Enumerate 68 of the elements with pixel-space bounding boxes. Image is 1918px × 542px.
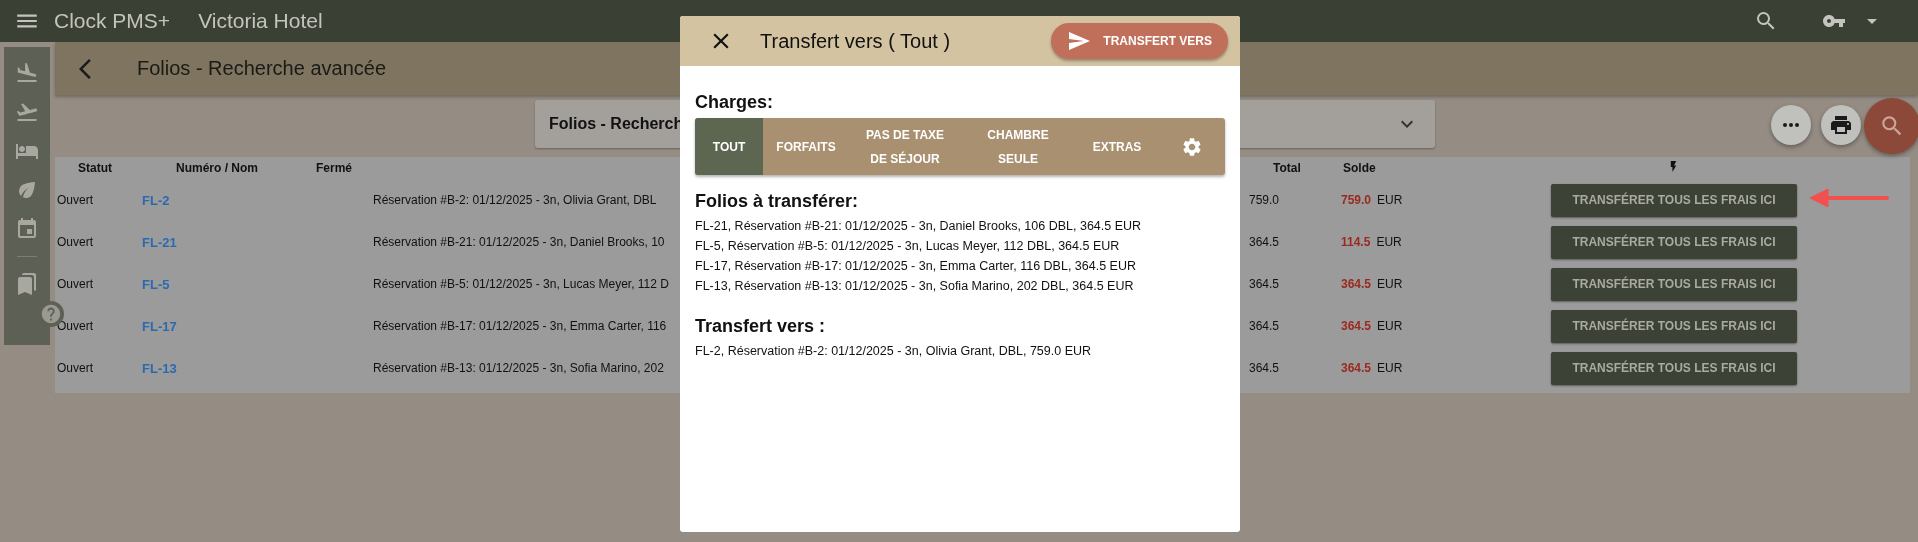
transfer-all-button[interactable]: TRANSFÉRER TOUS LES FRAIS ICI	[1551, 183, 1797, 217]
folio-line: FL-5, Réservation #B-5: 01/12/2025 - 3n, Lucas Meyer, 112 DBL, 364.5 EUR	[695, 238, 1121, 255]
folio-line: FL-13, Réservation #B-13: 01/12/2025 - 3n, Sofia Marino, 202 DBL, 364.5 EUR	[695, 278, 1135, 295]
folio-link[interactable]: FL-17	[142, 318, 177, 334]
arrow-icon	[1810, 189, 1890, 207]
charge-tab[interactable]: FORFAITS	[763, 118, 849, 175]
transfer-all-button[interactable]: TRANSFÉRER TOUS LES FRAIS ICI	[1551, 309, 1797, 343]
column-header: Numéro / Nom	[176, 161, 258, 175]
balance-cell: 364.5	[1341, 277, 1372, 291]
folio-line: FL-21, Réservation #B-21: 01/12/2025 - 3n, Daniel Brooks, 106 DBL, 364.5 EUR	[695, 218, 1143, 235]
section-title: Charges:	[695, 92, 775, 113]
description-cell: Réservation #B-17: 01/12/2025 - 3n, Emma Carter, 116	[373, 319, 667, 333]
send-icon	[1067, 29, 1092, 53]
description-cell: Réservation #B-21: 01/12/2025 - 3n, Daniel Brooks, 10	[373, 235, 665, 249]
column-header: Statut	[78, 161, 112, 175]
section-title: Folios à transférer:	[695, 191, 860, 212]
balance-cell: 364.5	[1341, 319, 1372, 333]
panel-title: Folios - Recherch	[549, 115, 684, 133]
currency-cell: EUR	[1377, 193, 1403, 207]
status-cell: Ouvert	[57, 319, 93, 333]
total-cell: 364.5	[1249, 361, 1280, 375]
folio-link[interactable]: FL-13	[142, 360, 177, 376]
description-cell: Réservation #B-5: 01/12/2025 - 3n, Lucas Meyer, 112 D	[373, 277, 669, 291]
transfer-button[interactable]: TRANSFERT VERS	[1051, 23, 1228, 59]
section-title: Transfert vers :	[695, 316, 827, 337]
status-cell: Ouvert	[57, 193, 93, 207]
status-cell: Ouvert	[57, 235, 93, 249]
charge-tab[interactable]: TOUT	[695, 118, 763, 175]
printer-icon	[1829, 113, 1853, 137]
status-cell: Ouvert	[57, 361, 93, 375]
currency-cell: EUR	[1377, 277, 1403, 291]
currency-cell: EUR	[1377, 361, 1403, 375]
status-cell: Ouvert	[57, 277, 93, 291]
ellipsis-icon	[1783, 123, 1799, 127]
total-cell: 364.5	[1249, 319, 1280, 333]
balance-cell: 114.5	[1341, 235, 1371, 249]
transfer-all-button[interactable]: TRANSFÉRER TOUS LES FRAIS ICI	[1551, 351, 1797, 385]
transfer-all-button[interactable]: TRANSFÉRER TOUS LES FRAIS ICI	[1551, 225, 1797, 259]
description-cell: Réservation #B-13: 01/12/2025 - 3n, Sofia Marino, 202	[373, 361, 664, 375]
charge-tab[interactable]: CHAMBRE SEULE	[961, 118, 1075, 175]
app-title: Clock PMS+	[54, 9, 171, 33]
column-header: Total	[1273, 161, 1301, 175]
column-header: Fermé	[316, 161, 353, 175]
total-cell: 759.0	[1249, 193, 1280, 207]
folio-link[interactable]: FL-21	[142, 234, 177, 250]
charge-tab[interactable]: PAS DE TAXE DE SÉJOUR	[849, 118, 961, 175]
bookmarks-icon	[15, 272, 39, 296]
currency-cell: EUR	[1376, 235, 1402, 249]
total-cell: 364.5	[1249, 277, 1280, 291]
more-button[interactable]	[1771, 105, 1811, 145]
column-header: Solde	[1343, 161, 1376, 175]
dialog-title: Transfert vers ( Tout )	[760, 29, 952, 53]
folio-link[interactable]: FL-2	[142, 192, 170, 208]
total-cell: 364.5	[1249, 235, 1280, 249]
hotel-name: Victoria Hotel	[198, 9, 323, 33]
balance-cell: 759.0	[1341, 193, 1372, 207]
charge-tab[interactable]: EXTRAS	[1075, 118, 1159, 175]
page-title: Folios - Recherche avancée	[137, 57, 386, 80]
target-folio-line: FL-2, Réservation #B-2: 01/12/2025 - 3n, Olivia Grant, DBL, 759.0 EUR	[695, 343, 1093, 360]
currency-cell: EUR	[1377, 319, 1403, 333]
folio-line: FL-17, Réservation #B-17: 01/12/2025 - 3n, Emma Carter, 116 DBL, 364.5 EUR	[695, 258, 1137, 275]
print-button[interactable]	[1821, 105, 1861, 145]
transfer-all-button[interactable]: TRANSFÉRER TOUS LES FRAIS ICI	[1551, 267, 1797, 301]
calendar-icon	[15, 217, 39, 241]
folio-link[interactable]: FL-5	[142, 276, 170, 292]
plane-landing-icon	[15, 61, 39, 85]
description-cell: Réservation #B-2: 01/12/2025 - 3n, Olivia Grant, DBL	[373, 193, 657, 207]
balance-cell: 364.5	[1341, 361, 1372, 375]
